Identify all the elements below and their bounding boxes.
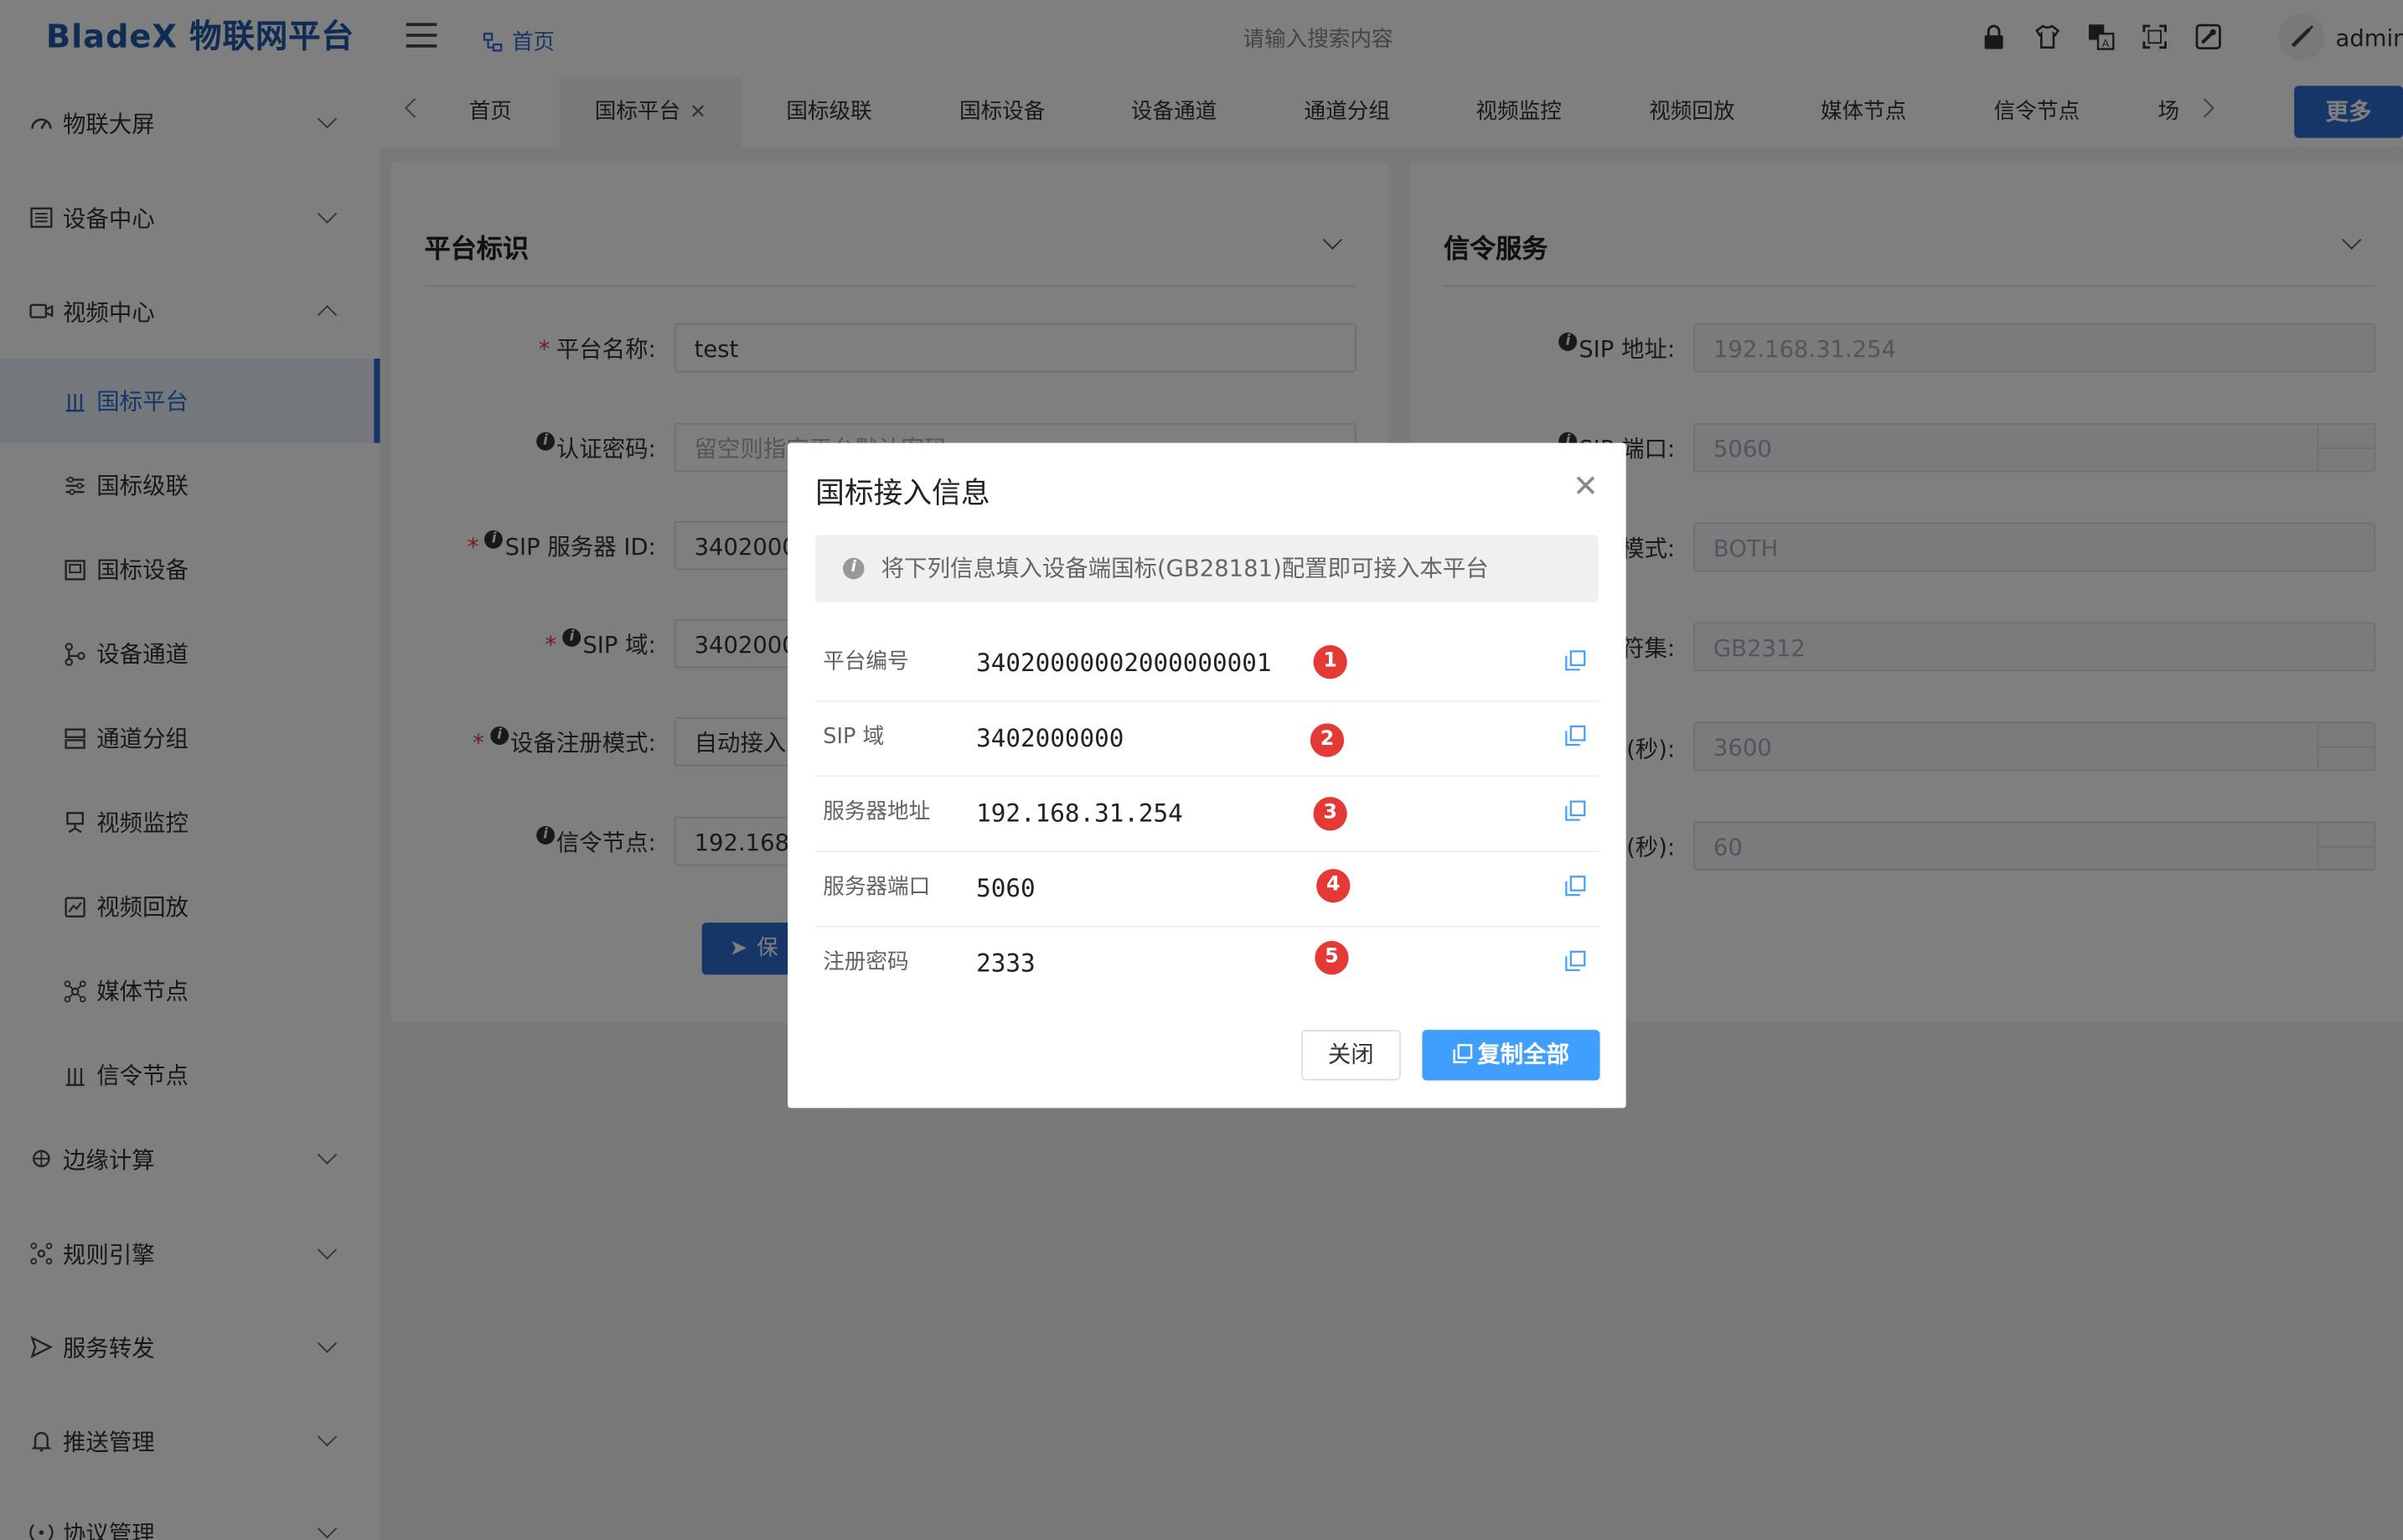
- step-badge: 4: [1316, 869, 1351, 903]
- close-button[interactable]: 关闭: [1300, 1030, 1401, 1081]
- copy-icon[interactable]: [1564, 875, 1586, 897]
- row-key: 服务器地址: [823, 799, 931, 825]
- close-icon[interactable]: ✕: [1573, 468, 1599, 504]
- step-badge: 5: [1315, 941, 1349, 975]
- row-value[interactable]: 192.168.31.254: [976, 776, 1183, 851]
- row-value[interactable]: 34020000002000000001: [976, 625, 1271, 700]
- info-row-server-address: 服务器地址 192.168.31.254 3: [815, 776, 1599, 852]
- info-icon: i: [842, 557, 865, 580]
- info-row-platform-id: 平台编号 34020000002000000001 1: [815, 625, 1599, 702]
- copy-icon[interactable]: [1564, 725, 1586, 747]
- gb-access-info-dialog: 国标接入信息 ✕ i 将下列信息填入设备端国标(GB28181)配置即可接入本平…: [788, 442, 1626, 1108]
- copy-icon[interactable]: [1564, 800, 1586, 822]
- row-value[interactable]: 5060: [976, 850, 1035, 926]
- row-key: 服务器端口: [823, 875, 931, 900]
- row-key: 平台编号: [823, 649, 909, 674]
- step-badge: 1: [1313, 645, 1347, 680]
- alert-text: 将下列信息填入设备端国标(GB28181)配置即可接入本平台: [881, 555, 1489, 583]
- info-row-server-port: 服务器端口 5060 4: [815, 850, 1599, 928]
- dialog-title: 国标接入信息: [815, 476, 990, 511]
- copy-icon[interactable]: [1564, 950, 1586, 972]
- row-value[interactable]: 2333: [976, 926, 1035, 1001]
- info-row-register-password: 注册密码 2333 5: [815, 926, 1599, 1001]
- copy-icon: [1453, 1044, 1473, 1063]
- row-key: 注册密码: [823, 950, 909, 975]
- copy-icon[interactable]: [1564, 650, 1586, 672]
- row-key: SIP 域: [823, 725, 885, 750]
- app-root: BladeX 物联网平台 首页 请输入搜索内容 A admin 物联大屏 设备中…: [0, 0, 2403, 1540]
- row-value[interactable]: 3402000000: [976, 700, 1124, 776]
- copy-all-label: 复制全部: [1477, 1040, 1569, 1068]
- info-alert: i 将下列信息填入设备端国标(GB28181)配置即可接入本平台: [815, 535, 1599, 602]
- copy-all-button[interactable]: 复制全部: [1422, 1030, 1600, 1081]
- info-row-sip-domain: SIP 域 3402000000 2: [815, 700, 1599, 778]
- step-badge: 2: [1310, 723, 1345, 757]
- step-badge: 3: [1313, 797, 1347, 831]
